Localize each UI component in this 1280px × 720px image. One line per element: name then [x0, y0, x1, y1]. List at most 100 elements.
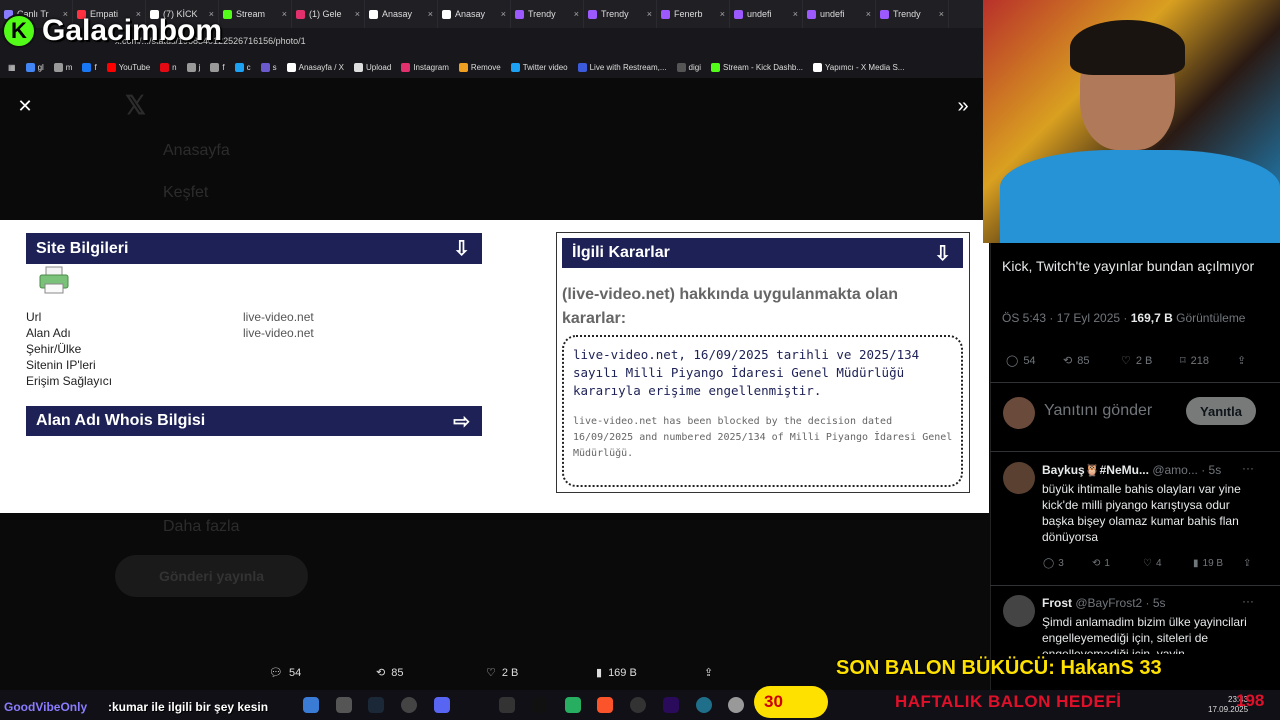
decisions-title: İlgili Kararlar: [572, 244, 670, 261]
app-icon[interactable]: [630, 697, 646, 713]
browser-tab[interactable]: Trendy ×: [584, 0, 657, 28]
webcam-person-hair: [1070, 20, 1185, 75]
bookmark-item[interactable]: n: [160, 62, 177, 72]
bookmark-item[interactable]: j: [186, 62, 201, 72]
tab-close-icon[interactable]: ×: [355, 9, 360, 19]
app-icon[interactable]: [565, 697, 581, 713]
tab-close-icon[interactable]: ×: [720, 9, 725, 19]
bookmark-item[interactable]: Live with Restream,...: [577, 62, 667, 72]
bookmark-label: j: [198, 62, 201, 72]
browser-tab[interactable]: (1) Gele ×: [292, 0, 365, 28]
bookmark-favicon-icon: [401, 62, 411, 72]
comment-reposts[interactable]: ⟲ 1: [1092, 558, 1110, 569]
browser-tab[interactable]: Stream ×: [219, 0, 292, 28]
tab-close-icon[interactable]: ×: [501, 9, 506, 19]
more-icon[interactable]: ···: [1242, 461, 1254, 475]
app-icon[interactable]: [499, 697, 515, 713]
bookmark-item[interactable]: gl: [25, 62, 44, 72]
comment-share[interactable]: ⇪: [1243, 558, 1251, 569]
browser-tab[interactable]: Anasay ×: [365, 0, 438, 28]
chat-username: GoodVibeOnly: [4, 700, 88, 714]
arrow-down-icon: ⇩: [934, 242, 951, 265]
bookmark-item[interactable]: YouTube: [106, 62, 150, 72]
comment-author[interactable]: Frost @BayFrost2 · 5s: [1042, 596, 1166, 610]
share-action[interactable]: ⇪: [704, 666, 713, 679]
bookmark-item[interactable]: Anasayfa / X: [286, 62, 344, 72]
post-bookmarks[interactable]: ⌑ 218: [1180, 354, 1209, 368]
brave-icon[interactable]: [597, 697, 613, 713]
post-replies[interactable]: ◯ 54: [1006, 354, 1036, 368]
comment-replies[interactable]: ◯ 3: [1043, 558, 1064, 569]
nav-explore[interactable]: Keşfet: [163, 184, 208, 202]
tab-close-icon[interactable]: ×: [574, 9, 579, 19]
views-action[interactable]: ▮ 169 B: [596, 666, 637, 680]
bookmark-label: Live with Restream,...: [589, 62, 667, 72]
app-icon[interactable]: [728, 697, 744, 713]
comment-likes[interactable]: ♡ 4: [1143, 558, 1162, 569]
tab-close-icon[interactable]: ×: [282, 9, 287, 19]
app-icon[interactable]: [696, 697, 712, 713]
bookmark-item[interactable]: Yapımcı - X Media S...: [813, 62, 904, 72]
reply-action[interactable]: 💬︎ 54: [269, 666, 301, 680]
label-ips: Sitenin IP'leri: [26, 358, 96, 372]
printer-icon: [39, 266, 69, 294]
bookmark-item[interactable]: digi: [676, 62, 701, 72]
tab-close-icon[interactable]: ×: [866, 9, 871, 19]
bookmark-item[interactable]: Twitter video: [510, 62, 568, 72]
apps-icon[interactable]: ▦: [8, 63, 16, 72]
like-action[interactable]: ♡ 2 B: [486, 666, 518, 680]
logo-text: Galacimbom: [42, 14, 223, 47]
browser-tab[interactable]: Trendy ×: [511, 0, 584, 28]
tab-close-icon[interactable]: ×: [428, 9, 433, 19]
bookmark-item[interactable]: Upload: [353, 62, 392, 72]
close-icon[interactable]: ✕: [14, 95, 36, 117]
nav-more[interactable]: Daha fazla: [163, 518, 240, 536]
browser-tab[interactable]: Anasay ×: [438, 0, 511, 28]
bookmark-favicon-icon: [210, 62, 220, 72]
comment-avatar[interactable]: [1003, 462, 1035, 494]
bookmark-item[interactable]: f: [82, 62, 97, 72]
post-likes[interactable]: ♡ 2 B: [1121, 354, 1152, 368]
steam-icon[interactable]: [368, 697, 384, 713]
comment-views[interactable]: ▮ 19 B: [1193, 558, 1223, 569]
tab-close-icon[interactable]: ×: [647, 9, 652, 19]
bookmark-item[interactable]: m: [53, 62, 72, 72]
browser-tab[interactable]: Trendy ×: [876, 0, 949, 28]
tab-close-icon[interactable]: ×: [939, 9, 944, 19]
share-icon: ⇪: [1243, 558, 1252, 569]
tab-close-icon[interactable]: ×: [793, 9, 798, 19]
reply-input[interactable]: Yanıtını gönder: [1044, 402, 1152, 420]
browser-tab[interactable]: Fenerb ×: [657, 0, 730, 28]
browser-tab[interactable]: undefi ×: [730, 0, 803, 28]
bookmark-item[interactable]: f: [210, 62, 225, 72]
reply-button[interactable]: Yanıtla: [1186, 397, 1256, 425]
more-icon[interactable]: ···: [1242, 594, 1254, 608]
bookmark-item[interactable]: c: [234, 62, 251, 72]
bookmark-item[interactable]: s: [260, 62, 277, 72]
comment-avatar[interactable]: [1003, 595, 1035, 627]
post-share[interactable]: ⇪: [1237, 354, 1246, 367]
app-icon[interactable]: [336, 697, 352, 713]
post-button[interactable]: Gönderi yayınla: [115, 555, 308, 597]
bookmark-label: Upload: [365, 62, 392, 72]
tab-label: Stream: [236, 9, 266, 19]
bookmark-item[interactable]: Instagram: [401, 62, 449, 72]
chevron-right-icon[interactable]: »: [952, 95, 974, 117]
discord-icon[interactable]: [434, 697, 450, 713]
post-reposts[interactable]: ⟲ 85: [1063, 354, 1089, 368]
browser-tab[interactable]: undefi ×: [803, 0, 876, 28]
whois-header: Alan Adı Whois Bilgisi ⇨: [26, 406, 482, 436]
tab-favicon-icon: [515, 9, 524, 19]
tab-label: undefi: [820, 9, 845, 19]
bookmark-item[interactable]: Remove: [458, 62, 501, 72]
bookmark-item[interactable]: Stream - Kick Dashb...: [710, 62, 803, 72]
edge-icon[interactable]: [303, 697, 319, 713]
premiere-icon[interactable]: [663, 697, 679, 713]
bookmark-label: n: [172, 62, 177, 72]
nav-home[interactable]: Anasayfa: [163, 142, 230, 160]
repost-action[interactable]: ⟲ 85: [376, 666, 403, 680]
tiktok-icon[interactable]: [532, 697, 548, 713]
bookmark-label: Twitter video: [522, 62, 568, 72]
comment-author[interactable]: Baykuş🦉#NeMu... @amo... · 5s: [1042, 463, 1221, 477]
chatgpt-icon[interactable]: [401, 697, 417, 713]
